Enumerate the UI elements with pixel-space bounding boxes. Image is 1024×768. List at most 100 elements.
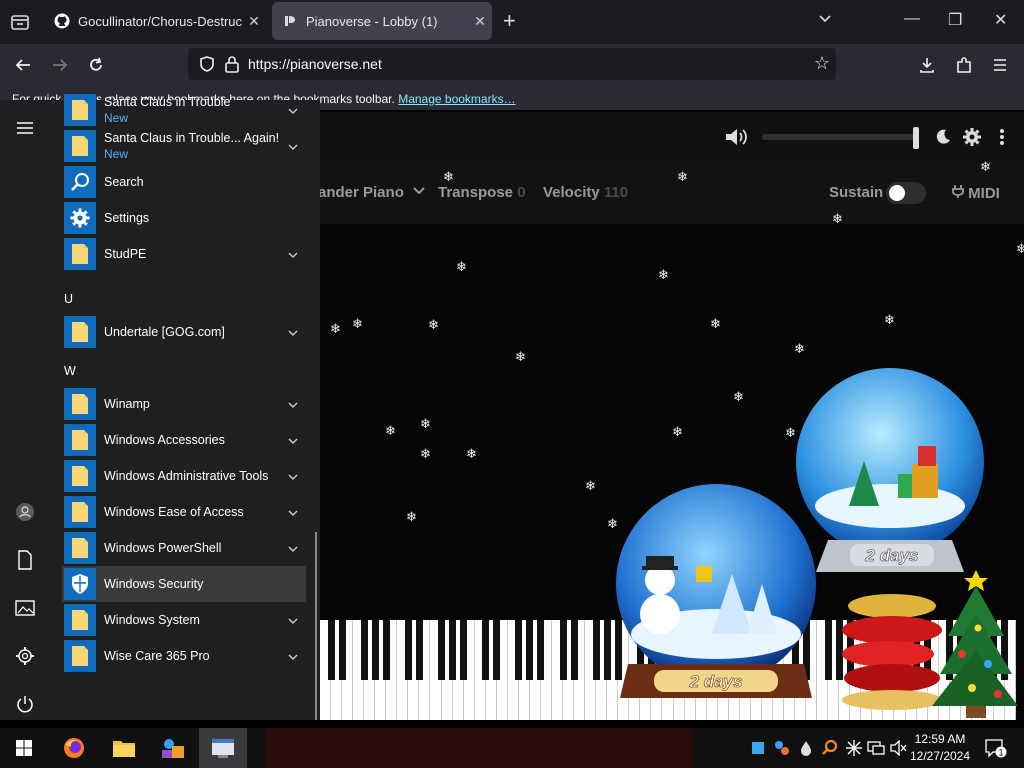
chevron-down-icon[interactable] bbox=[288, 139, 298, 157]
black-key[interactable] bbox=[382, 620, 390, 680]
black-key[interactable] bbox=[327, 620, 335, 680]
chevron-down-icon[interactable] bbox=[288, 397, 298, 415]
black-key[interactable] bbox=[404, 620, 412, 680]
url-text[interactable]: https://pianoverse.net bbox=[248, 56, 382, 72]
tracking-protection-icon[interactable] bbox=[198, 55, 216, 78]
chevron-down-icon[interactable] bbox=[288, 613, 298, 631]
black-key[interactable] bbox=[460, 620, 468, 680]
black-key[interactable] bbox=[449, 620, 457, 680]
minimize-button[interactable]: — bbox=[904, 10, 920, 28]
settings-gear-icon[interactable] bbox=[13, 644, 37, 668]
chevron-down-icon[interactable] bbox=[288, 505, 298, 523]
black-key[interactable] bbox=[537, 620, 545, 680]
forward-icon[interactable] bbox=[47, 52, 73, 78]
black-key[interactable] bbox=[526, 620, 534, 680]
menu-icon[interactable] bbox=[987, 52, 1013, 78]
start-menu-item-studpe[interactable]: StudPE bbox=[62, 236, 306, 272]
transpose-control[interactable]: Transpose 0 bbox=[438, 184, 526, 201]
chevron-down-icon[interactable] bbox=[288, 469, 298, 487]
tab-list-icon[interactable] bbox=[8, 10, 32, 34]
black-key[interactable] bbox=[570, 620, 578, 680]
start-menu-item-undertale-gog-com[interactable]: Undertale [GOG.com] bbox=[62, 314, 306, 350]
close-tab-icon[interactable]: ✕ bbox=[242, 13, 266, 30]
black-key[interactable] bbox=[592, 620, 600, 680]
black-key[interactable] bbox=[559, 620, 567, 680]
instrument-select[interactable]: ander Piano bbox=[318, 184, 426, 201]
more-vertical-icon[interactable] bbox=[998, 128, 1006, 151]
chevron-down-icon[interactable] bbox=[288, 541, 298, 559]
volume-slider[interactable] bbox=[762, 134, 916, 140]
back-icon[interactable] bbox=[10, 52, 36, 78]
power-icon[interactable] bbox=[13, 692, 37, 716]
start-menu-item-santa-claus-in-trouble-again[interactable]: Santa Claus in Trouble... Again! New bbox=[62, 128, 306, 164]
tab-overflow-chevron-icon[interactable] bbox=[817, 10, 833, 31]
start-menu-item-wise-care-365-pro[interactable]: Wise Care 365 Pro bbox=[62, 638, 306, 674]
snowflake-icon: ❄ bbox=[658, 267, 669, 282]
moon-icon[interactable] bbox=[934, 128, 952, 151]
extensions-icon[interactable] bbox=[951, 52, 977, 78]
downloads-icon[interactable] bbox=[914, 52, 940, 78]
midi-button[interactable]: MIDI bbox=[952, 184, 1000, 202]
chevron-down-icon[interactable] bbox=[288, 247, 298, 265]
user-account-icon[interactable] bbox=[13, 500, 37, 524]
tab-pianoverse[interactable]: Pianoverse - Lobby (1) ✕ bbox=[272, 2, 492, 40]
black-key[interactable] bbox=[338, 620, 346, 680]
item-label: Windows Security bbox=[104, 577, 204, 591]
manage-bookmarks-link[interactable]: Manage bookmarks… bbox=[398, 92, 515, 106]
windows-start-icon[interactable] bbox=[8, 732, 40, 764]
chevron-down-icon[interactable] bbox=[288, 649, 298, 667]
bookmark-star-icon[interactable]: ☆ bbox=[814, 53, 830, 74]
documents-icon[interactable] bbox=[13, 548, 37, 572]
restore-button[interactable]: ❐ bbox=[948, 10, 962, 30]
start-menu-item-windows-administrative-tools[interactable]: Windows Administrative Tools bbox=[62, 458, 306, 494]
black-key[interactable] bbox=[415, 620, 423, 680]
close-window-button[interactable]: ✕ bbox=[994, 10, 1007, 30]
system-clock[interactable]: 12:59 AM 12/27/2024 bbox=[908, 731, 972, 765]
black-key[interactable] bbox=[482, 620, 490, 680]
black-key[interactable] bbox=[438, 620, 446, 680]
reload-icon[interactable] bbox=[83, 52, 109, 78]
volume-icon[interactable] bbox=[724, 126, 750, 153]
start-menu-item-windows-ease-of-access[interactable]: Windows Ease of Access bbox=[62, 494, 306, 530]
start-menu-item-windows-powershell[interactable]: Windows PowerShell bbox=[62, 530, 306, 566]
new-tab-button[interactable]: + bbox=[503, 8, 516, 34]
lock-icon[interactable] bbox=[224, 55, 240, 78]
start-menu-item-winamp[interactable]: Winamp bbox=[62, 386, 306, 422]
section-letter[interactable]: U bbox=[64, 292, 73, 306]
section-letter[interactable]: W bbox=[64, 364, 76, 378]
volume-slider-handle[interactable] bbox=[913, 127, 919, 149]
start-menu-item-windows-security[interactable]: Windows Security bbox=[62, 566, 306, 602]
pictures-icon[interactable] bbox=[13, 596, 37, 620]
sustain-toggle[interactable] bbox=[886, 182, 926, 204]
gear-icon[interactable] bbox=[962, 127, 982, 152]
black-key[interactable] bbox=[360, 620, 368, 680]
item-label: Search bbox=[104, 175, 144, 189]
active-app-icon[interactable] bbox=[199, 728, 247, 768]
velocity-control[interactable]: Velocity 110 bbox=[543, 184, 628, 201]
start-menu-item-search[interactable]: Search bbox=[62, 164, 306, 200]
firefox-icon[interactable] bbox=[58, 732, 90, 764]
close-tab-icon[interactable]: ✕ bbox=[468, 13, 492, 30]
hamburger-menu-icon[interactable] bbox=[13, 116, 37, 140]
snowflake-icon: ❄ bbox=[428, 317, 439, 332]
black-key[interactable] bbox=[371, 620, 379, 680]
snowflake-icon: ❄ bbox=[585, 478, 596, 493]
chevron-down-icon[interactable] bbox=[288, 103, 298, 121]
chevron-down-icon[interactable] bbox=[288, 325, 298, 343]
start-menu-item-windows-system[interactable]: Windows System bbox=[62, 602, 306, 638]
notifications-icon[interactable]: 1 bbox=[980, 732, 1012, 764]
black-key[interactable] bbox=[824, 620, 832, 680]
black-key[interactable] bbox=[603, 620, 611, 680]
url-bar[interactable]: https://pianoverse.net ☆ bbox=[188, 48, 836, 80]
start-menu-item-windows-accessories[interactable]: Windows Accessories bbox=[62, 422, 306, 458]
file-explorer-icon[interactable] bbox=[108, 732, 140, 764]
black-key[interactable] bbox=[515, 620, 523, 680]
chevron-down-icon[interactable] bbox=[288, 433, 298, 451]
start-menu-item-settings[interactable]: Settings bbox=[62, 200, 306, 236]
start-menu-scrollbar[interactable] bbox=[315, 532, 317, 720]
black-key[interactable] bbox=[493, 620, 501, 680]
tab-github[interactable]: Gocullinator/Chorus-Destructi ✕ bbox=[44, 2, 266, 40]
start-menu-item-santa-claus-in-trouble[interactable]: Santa Claus in Trouble New bbox=[62, 92, 306, 128]
app-icon[interactable] bbox=[157, 732, 189, 764]
start-menu-item-label: Santa Claus in Trouble... Again! New bbox=[104, 130, 279, 162]
